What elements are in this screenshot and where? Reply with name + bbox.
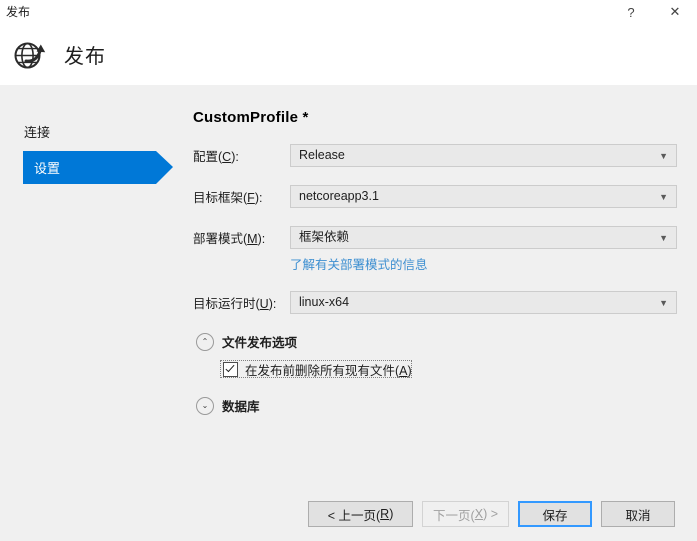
deployment-mode-info-link[interactable]: 了解有关部署模式的信息 [290,258,428,272]
configuration-select[interactable]: Release ▼ [290,144,677,167]
dialog-title: 发布 [64,40,106,69]
target-framework-select[interactable]: netcoreapp3.1 ▼ [290,185,677,208]
window-title: 发布 [0,0,30,24]
deployment-mode-label: 部署模式(M): [193,228,290,247]
field-target-runtime: 目标运行时(U): linux-x64 ▼ [193,291,677,314]
title-bar: 发布 ? ✕ [0,0,697,24]
profile-title: CustomProfile * [193,109,677,126]
target-runtime-select[interactable]: linux-x64 ▼ [290,291,677,314]
field-deployment-mode: 部署模式(M): 框架依赖 ▼ [193,226,677,249]
section-title: 数据库 [222,396,260,415]
dialog-header: 发布 [0,24,697,85]
field-configuration: 配置(C): Release ▼ [193,144,677,167]
sidebar-nav: 连接 设置 [0,85,180,188]
chevron-up-icon[interactable]: ⌃ [196,333,214,351]
section-file-publish-options[interactable]: ⌃ 文件发布选项 [193,332,677,351]
save-button[interactable]: 保存 [518,501,592,527]
configuration-label: 配置(C): [193,146,290,165]
window-controls: ? ✕ [609,0,697,24]
delete-existing-files-row[interactable]: 在发布前删除所有现有文件(A) [220,360,412,378]
cancel-button[interactable]: 取消 [601,501,675,527]
sidebar-item-label: 连接 [24,122,50,141]
deployment-link-row: 了解有关部署模式的信息 [290,254,677,273]
deployment-mode-select[interactable]: 框架依赖 ▼ [290,226,677,249]
next-button: 下一页(X) > [422,501,509,527]
dialog-body: 连接 设置 CustomProfile * 配置(C): Release ▼ 目… [0,85,697,541]
settings-panel: CustomProfile * 配置(C): Release ▼ 目标框架(F)… [193,85,677,415]
deployment-mode-value: 框架依赖 [291,227,349,248]
sidebar-item-settings[interactable]: 设置 [23,151,156,184]
help-button[interactable]: ? [609,0,653,24]
section-title: 文件发布选项 [222,332,297,351]
delete-existing-files-checkbox[interactable] [223,362,238,377]
target-framework-value: netcoreapp3.1 [291,186,379,207]
globe-publish-icon [12,37,48,73]
sidebar-item-label: 设置 [34,158,60,177]
chevron-down-icon: ▼ [659,186,668,207]
sidebar-item-connection[interactable]: 连接 [0,115,180,147]
dialog-footer: < 上一页(R) 下一页(X) > 保存 取消 [308,501,675,527]
chevron-down-icon[interactable]: ⌄ [196,397,214,415]
target-runtime-label: 目标运行时(U): [193,293,290,312]
delete-existing-files-label: 在发布前删除所有现有文件(A) [245,360,412,379]
section-database[interactable]: ⌄ 数据库 [193,396,677,415]
chevron-down-icon: ▼ [659,292,668,313]
configuration-value: Release [291,145,345,166]
field-target-framework: 目标框架(F): netcoreapp3.1 ▼ [193,185,677,208]
target-framework-label: 目标框架(F): [193,187,290,206]
target-runtime-value: linux-x64 [291,292,349,313]
close-button[interactable]: ✕ [653,0,697,24]
chevron-down-icon: ▼ [659,227,668,248]
chevron-down-icon: ▼ [659,145,668,166]
previous-button[interactable]: < 上一页(R) [308,501,413,527]
